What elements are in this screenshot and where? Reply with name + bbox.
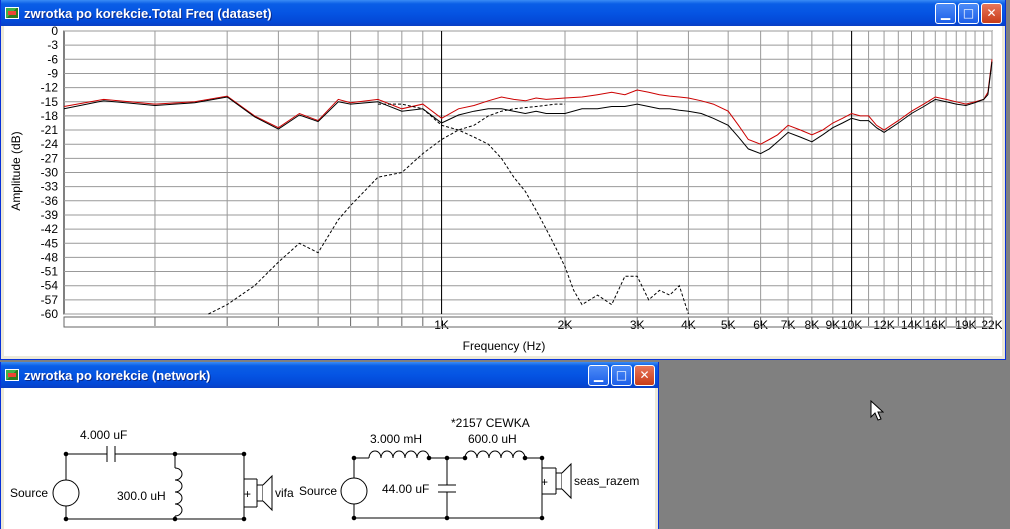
network-window-titlebar[interactable]: zwrotka po korekcie (network) ▁ □ ✕ xyxy=(1,362,658,388)
source-right-label: Source xyxy=(299,484,337,498)
mouse-cursor-icon xyxy=(870,400,884,421)
crossover-schematic: Source 4.000 uF 300.0 uH + vifa Source 3… xyxy=(10,416,639,522)
inductor-2[interactable] xyxy=(464,450,526,459)
x-tick-label: 8K xyxy=(805,318,820,332)
freq-window[interactable]: zwrotka po korekcie.Total Freq (dataset)… xyxy=(0,0,1006,360)
x-tick-label: 1K xyxy=(434,318,449,332)
x-axis-label: Frequency (Hz) xyxy=(463,339,546,353)
close-button[interactable]: ✕ xyxy=(981,2,1002,24)
inductor-2-label: 600.0 uH xyxy=(468,432,517,446)
x-tick-label: 19K xyxy=(955,318,976,332)
x-tick-label: 2K xyxy=(558,318,573,332)
source-right[interactable] xyxy=(340,477,368,505)
x-tick-label: 7K xyxy=(781,318,796,332)
y-tick-label: -3 xyxy=(47,38,58,52)
freq-window-titlebar[interactable]: zwrotka po korekcie.Total Freq (dataset)… xyxy=(1,0,1005,26)
x-tick-label: 6K xyxy=(753,318,768,332)
minimize-button[interactable]: ▁ xyxy=(935,2,956,24)
freq-window-title: zwrotka po korekcie.Total Freq (dataset) xyxy=(24,5,272,21)
y-tick-label: -57 xyxy=(41,293,59,307)
inductor-2-title: *2157 CEWKA xyxy=(451,416,530,430)
y-tick-label: -48 xyxy=(41,250,59,264)
y-tick-label: -60 xyxy=(41,307,59,321)
speaker-left-plus: + xyxy=(244,487,251,501)
inductor-1[interactable] xyxy=(368,450,430,459)
speaker-left-label: vifa xyxy=(275,486,294,500)
y-tick-label: -36 xyxy=(41,194,59,208)
x-tick-label: 14K xyxy=(901,318,922,332)
y-tick-label: -45 xyxy=(41,236,59,250)
freq-chart-area: 0 -3 -6 -9 -12 -15 -18 -21 -24 -27 -30 -33 -36 -39 -42… xyxy=(4,26,1002,356)
right-circuit xyxy=(340,450,572,521)
capacitor-right-label: 44.00 uF xyxy=(382,482,429,496)
speaker-right-label: seas_razem xyxy=(574,474,639,488)
app-icon xyxy=(5,369,19,381)
y-tick-label: -6 xyxy=(47,52,58,66)
y-tick-label: -39 xyxy=(41,208,59,222)
close-button[interactable]: ✕ xyxy=(634,364,655,386)
y-tick-label: -54 xyxy=(41,279,59,293)
y-tick-label: -21 xyxy=(41,123,59,137)
source-left[interactable] xyxy=(52,479,80,507)
x-tick-label: 4K xyxy=(681,318,696,332)
source-left-label: Source xyxy=(10,486,48,500)
left-circuit xyxy=(52,446,273,522)
y-tick-label: -24 xyxy=(41,137,59,151)
y-tick-label: -42 xyxy=(41,222,59,236)
capacitor-right[interactable] xyxy=(438,458,456,518)
y-tick-label: -27 xyxy=(41,151,59,165)
y-tick-label: -15 xyxy=(41,95,59,109)
schematic-area: Source 4.000 uF 300.0 uH + vifa Source 3… xyxy=(4,388,655,529)
inductor-left-label: 300.0 uH xyxy=(117,489,166,503)
y-tick-label: -12 xyxy=(41,81,59,95)
y-tick-label: 0 xyxy=(51,26,58,38)
capacitor-left-label: 4.000 uF xyxy=(80,428,127,442)
y-tick-label: -33 xyxy=(41,180,59,194)
x-tick-label: 16K xyxy=(925,318,946,332)
y-tick-label: -9 xyxy=(47,66,58,80)
minimize-button[interactable]: ▁ xyxy=(588,364,609,386)
y-tick-label: -30 xyxy=(41,166,59,180)
capacitor-left[interactable] xyxy=(101,446,121,462)
inductor-left[interactable] xyxy=(174,454,183,519)
x-tick-label: 10K xyxy=(841,318,862,332)
frequency-response-chart: 0-3-6-9-12-15-18-21-24-27-30-33-36-39-42… xyxy=(9,26,1002,353)
speaker-right-plus: + xyxy=(541,475,548,489)
x-tick-label: 5K xyxy=(721,318,736,332)
inductor-1-label: 3.000 mH xyxy=(370,432,422,446)
y-axis-label: Amplitude (dB) xyxy=(9,131,23,210)
maximize-button[interactable]: □ xyxy=(611,364,632,386)
network-window-title: zwrotka po korekcie (network) xyxy=(24,367,211,383)
x-tick-label: 9K xyxy=(825,318,840,332)
y-tick-label: -51 xyxy=(41,265,59,279)
y-tick-label: -18 xyxy=(41,109,59,123)
network-window[interactable]: zwrotka po korekcie (network) ▁ □ ✕ Sour… xyxy=(0,362,659,529)
x-tick-label: 3K xyxy=(630,318,645,332)
x-tick-label: 12K xyxy=(873,318,894,332)
maximize-button[interactable]: □ xyxy=(958,2,979,24)
app-icon xyxy=(5,7,19,19)
